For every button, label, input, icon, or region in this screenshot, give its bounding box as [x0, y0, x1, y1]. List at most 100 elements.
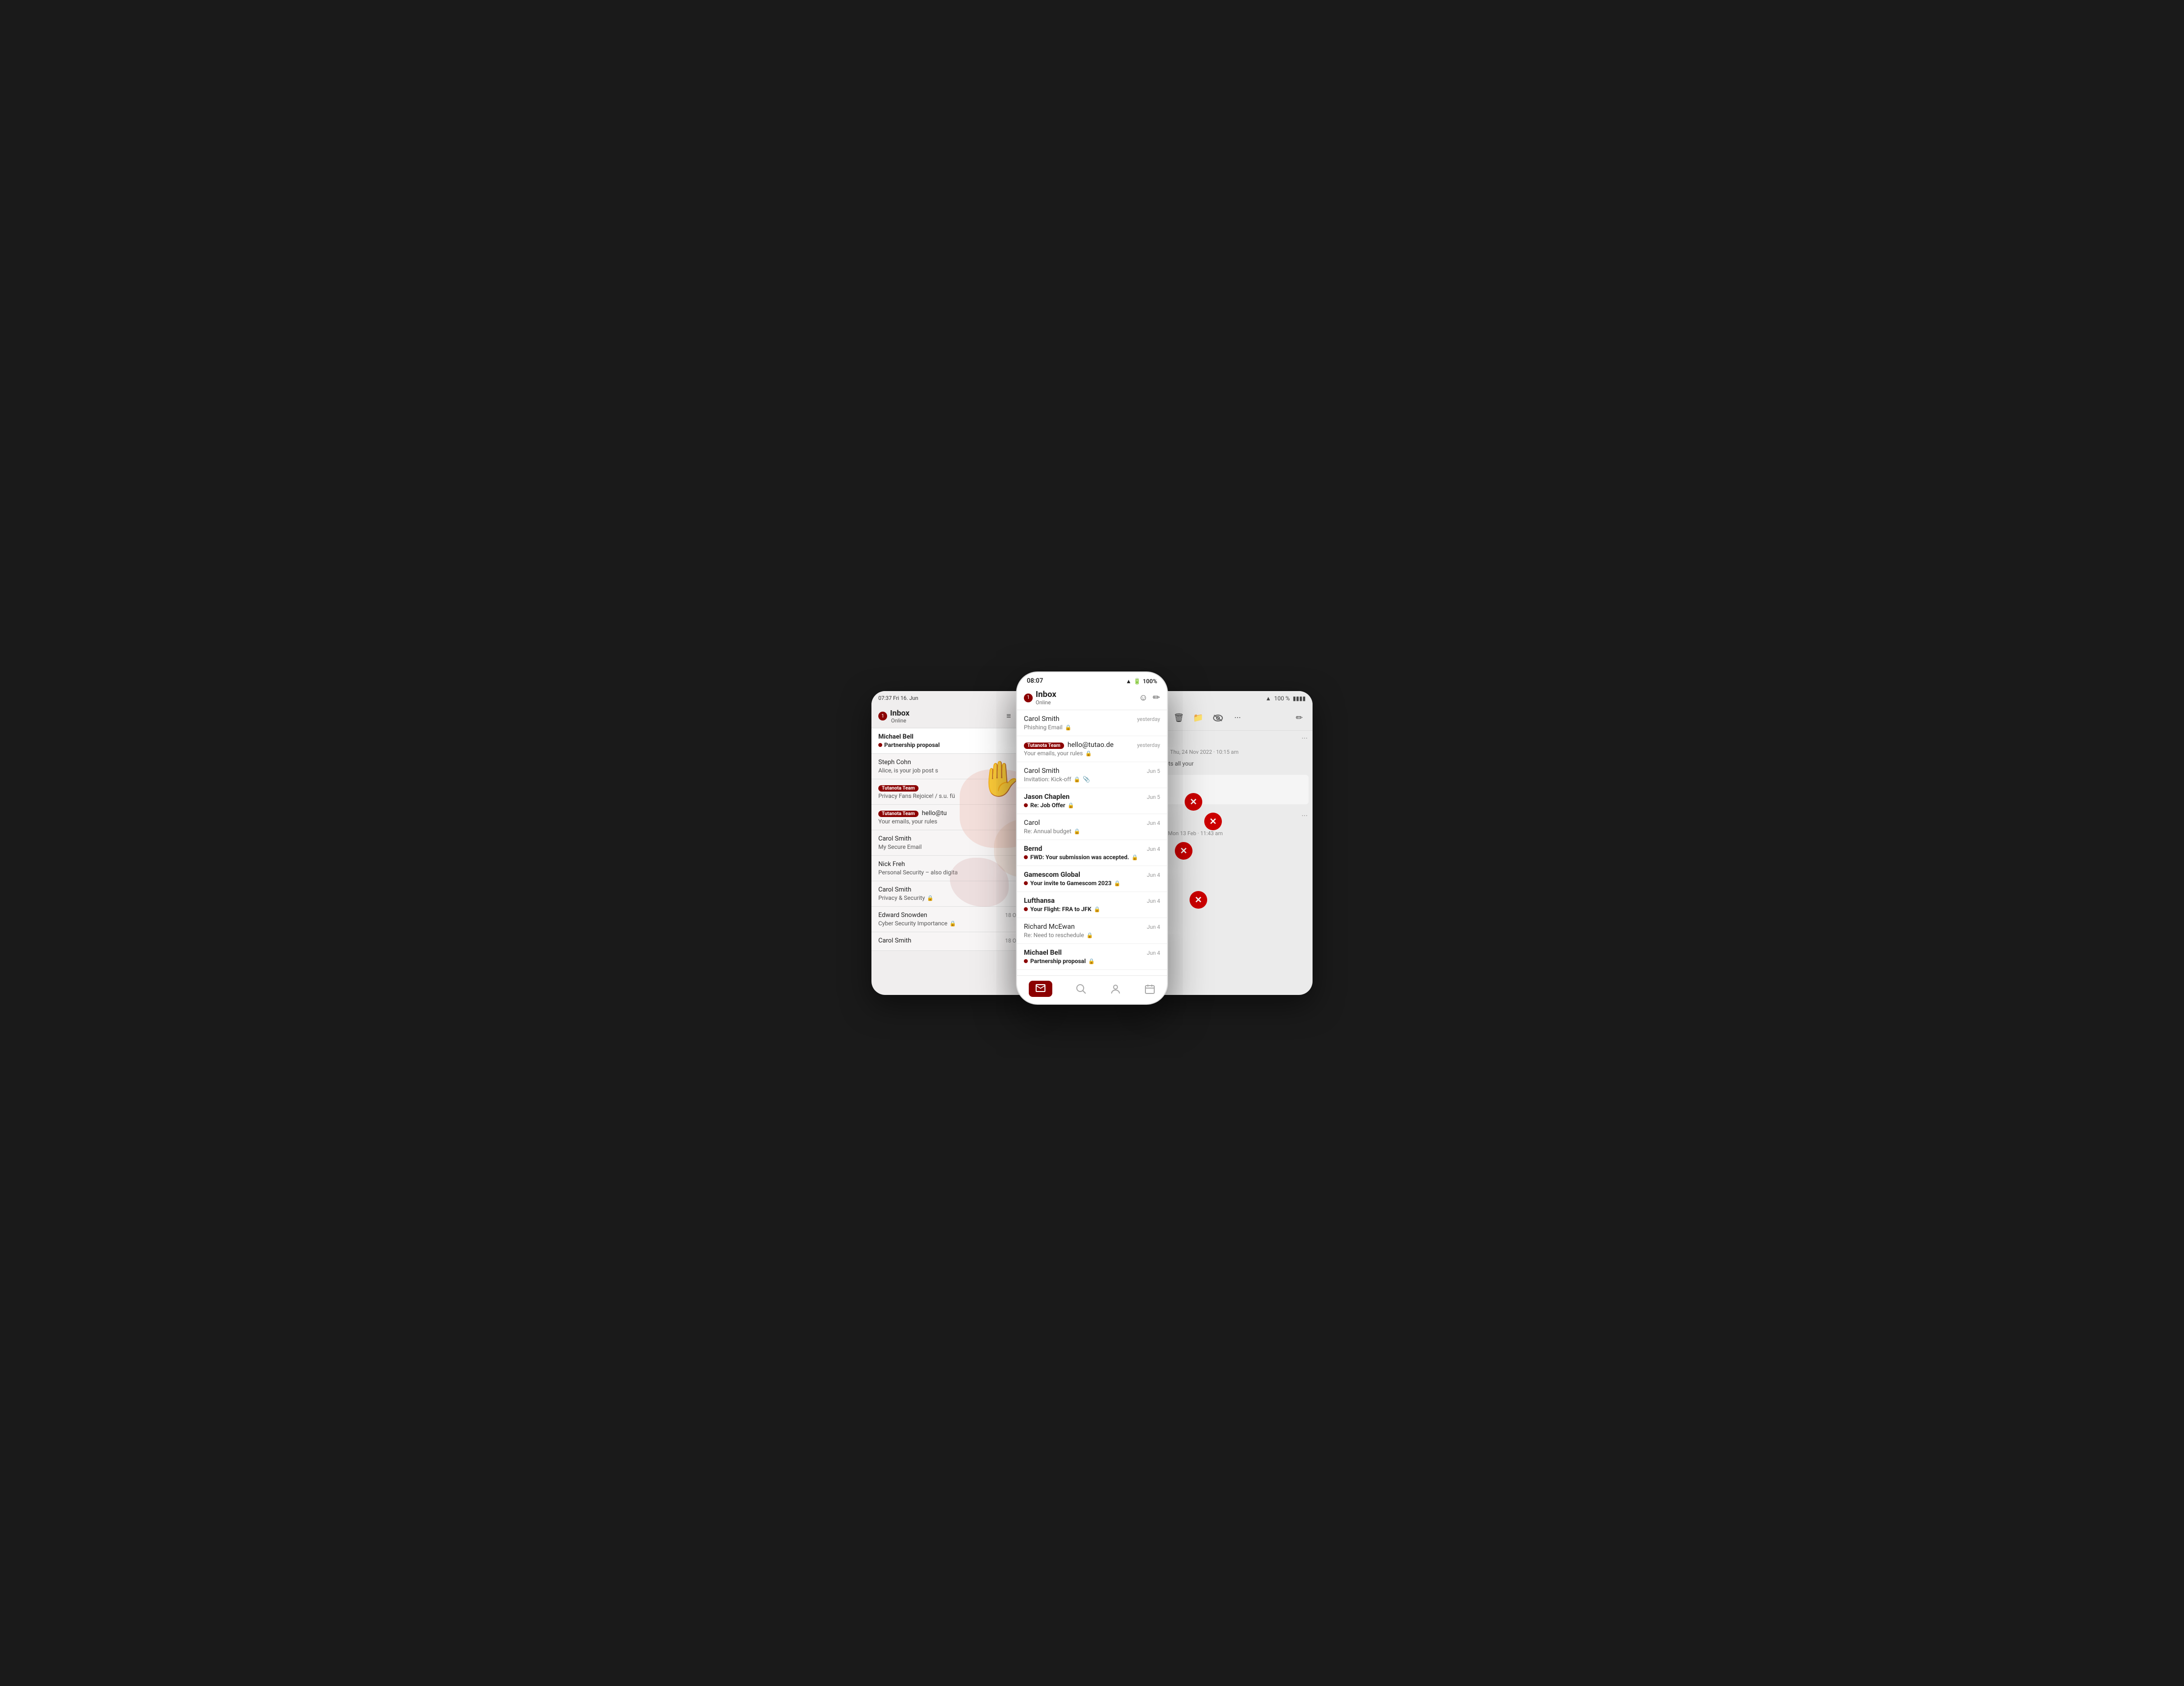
- status-right-phone: ▲ 🔋 100%: [1126, 678, 1157, 685]
- phone-sender-4: Jason Chaplen: [1024, 793, 1069, 801]
- phone-bottom-bar: [1017, 975, 1167, 1004]
- sender-left-7: Carol Smith: [878, 886, 911, 893]
- subject-left-2: Alice, is your job post s: [878, 767, 1031, 774]
- phone-email-3[interactable]: Carol Smith Jun 5 Invitation: Kick-off 🔒…: [1017, 762, 1167, 788]
- phone-email-9[interactable]: Richard McEwan Jun 4 Re: Need to resched…: [1017, 918, 1167, 944]
- tab-search[interactable]: [1076, 984, 1087, 994]
- tab-contacts[interactable]: [1110, 984, 1121, 994]
- phone-date-3: Jun 5: [1147, 768, 1160, 774]
- scene: ✋ 07:37 Fri 16. Jun 1 Inbox Online ≡ ⊙ M…: [871, 671, 1313, 1015]
- phone-date-7: Jun 4: [1147, 872, 1160, 878]
- battery-pct-right: 100 %: [1274, 695, 1290, 702]
- phone-date-2: yesterday: [1137, 742, 1160, 748]
- phone-subject-4: Re: Job Offer 🔒: [1024, 802, 1160, 809]
- more-button[interactable]: ···: [1229, 710, 1246, 726]
- battery-bar-right: ▮▮▮▮: [1293, 695, 1306, 702]
- timestamp-2: Mon 13 Feb · 11:43 am: [1168, 830, 1223, 837]
- email-item-left-3[interactable]: Tutanota Team Privacy Fans Rejoice! / s.…: [871, 779, 1038, 805]
- phone-subject-10: Partnership proposal 🔒: [1024, 958, 1160, 965]
- more-dots-2[interactable]: ···: [1146, 808, 1313, 823]
- compose-button-right[interactable]: ✏: [1291, 710, 1308, 726]
- phone-center: 08:07 ▲ 🔋 100% 1 Inbox Online ☺ ✏: [1016, 671, 1168, 1005]
- folder-button[interactable]: 📁: [1190, 710, 1207, 726]
- phone-sender-5: Carol: [1024, 819, 1040, 827]
- email-item-left-5[interactable]: Carol Smith My Secure Email: [871, 830, 1038, 856]
- tab-calendar[interactable]: [1144, 984, 1155, 994]
- sender-left-1: Michael Bell: [878, 733, 914, 741]
- phone-email-6[interactable]: Bernd Jun 4 FWD: Your submission was acc…: [1017, 840, 1167, 866]
- wifi-icon-phone: ▲: [1126, 678, 1132, 685]
- email-list-left: Michael Bell 3 Ju Partnership proposal S…: [871, 728, 1038, 951]
- tag-pill-phone-2: Tutanota Team: [1024, 743, 1064, 749]
- time-phone: 08:07: [1027, 677, 1043, 685]
- more-dots-1[interactable]: ···: [1146, 731, 1313, 746]
- status-bar-right: ▲ 100 % ▮▮▮▮: [1146, 691, 1313, 706]
- phone-subject-5: Re: Annual budget 🔒: [1024, 828, 1160, 835]
- email-item-left-9[interactable]: Carol Smith 18 Oct 202: [871, 932, 1038, 951]
- phone-email-list: Carol Smith yesterday Phishing Email 🔒 T…: [1017, 710, 1167, 975]
- phone-email-4[interactable]: Jason Chaplen Jun 5 Re: Job Offer 🔒: [1017, 788, 1167, 814]
- sender-left-6: Nick Freh: [878, 861, 905, 868]
- phone-date-4: Jun 5: [1147, 794, 1160, 800]
- phone-subject-3: Invitation: Kick-off 🔒 📎: [1024, 776, 1160, 783]
- phone-subject-8: Your Flight: FRA to JFK 🔒: [1024, 906, 1160, 913]
- toolbar-right: → 🗑 📁 ··· ✏: [1146, 706, 1313, 731]
- sender-left-5: Carol Smith: [878, 835, 911, 843]
- phone-email-8[interactable]: Lufthansa Jun 4 Your Flight: FRA to JFK …: [1017, 892, 1167, 918]
- compose-icon-phone[interactable]: ✏: [1153, 693, 1160, 703]
- phone-date-9: Jun 4: [1147, 924, 1160, 930]
- subject-left-6: Personal Security – also digita: [878, 869, 1031, 876]
- phone-sender-2: Tutanota Team hello@tutao.de: [1024, 741, 1114, 749]
- phone-sender-10: Michael Bell: [1024, 949, 1062, 957]
- filter-icon[interactable]: ≡: [1002, 709, 1016, 723]
- hide-button[interactable]: [1210, 710, 1226, 726]
- day-left: Fri 16. Jun: [893, 695, 918, 701]
- email-item-left-4[interactable]: Tutanota Team hello@tu Your emails, your…: [871, 805, 1038, 830]
- phone-sender-1: Carol Smith: [1024, 715, 1059, 723]
- inbox-badge-left: 1: [878, 712, 887, 720]
- sender-left-9: Carol Smith: [878, 937, 911, 944]
- phone-date-6: Jun 4: [1147, 846, 1160, 852]
- email-spacer-1: [1150, 775, 1309, 804]
- phone-email-10[interactable]: Michael Bell Jun 4 Partnership proposal …: [1017, 944, 1167, 970]
- status-bar-left: 07:37 Fri 16. Jun: [871, 691, 1038, 705]
- subject-left-4: Your emails, your rules: [878, 818, 1031, 825]
- online-status-left: Online: [891, 718, 910, 724]
- email-item-left-2[interactable]: Steph Cohn Alice, is your job post s: [871, 754, 1038, 779]
- phone-date-8: Jun 4: [1147, 898, 1160, 904]
- email-item-left-6[interactable]: Nick Freh Personal Security – also digit…: [871, 856, 1038, 881]
- subject-left-5: My Secure Email: [878, 843, 1031, 850]
- tag-pill-left-4: Tutanota Team: [878, 811, 918, 817]
- phone-email-2[interactable]: Tutanota Team hello@tutao.de yesterday Y…: [1017, 736, 1167, 762]
- sender-left-3: Tutanota Team: [878, 784, 920, 792]
- delete-button[interactable]: 🗑: [1170, 710, 1187, 726]
- tablet-right: ▲ 100 % ▮▮▮▮ → 🗑 📁 ··· ✏ ··· 🔒 📨: [1146, 691, 1313, 995]
- sender-left-4: Tutanota Team hello@tu: [878, 810, 947, 817]
- email-meta-2: 🔒 ✈ Mon 13 Feb · 11:43 am: [1146, 827, 1313, 840]
- phone-subject-2: Your emails, your rules 🔒: [1024, 750, 1160, 757]
- email-item-left-8[interactable]: Edward Snowden 18 Oct 202 Cyber Security…: [871, 907, 1038, 932]
- sender-left-8: Edward Snowden: [878, 912, 927, 919]
- tab-mail[interactable]: [1029, 981, 1052, 997]
- phone-sender-8: Lufthansa: [1024, 897, 1055, 905]
- phone-sender-3: Carol Smith: [1024, 767, 1059, 775]
- phone-subject-6: FWD: Your submission was accepted. 🔒: [1024, 854, 1160, 861]
- phone-subject-9: Re: Need to reschedule 🔒: [1024, 932, 1160, 939]
- email-item-left-7[interactable]: Carol Smith 16 Oc Privacy & Security 🔒: [871, 881, 1038, 907]
- time-left: 07:37: [878, 695, 892, 701]
- phone-email-5[interactable]: Carol Jun 4 Re: Annual budget 🔒: [1017, 814, 1167, 840]
- emoji-icon-phone[interactable]: ☺: [1139, 693, 1148, 703]
- phone-date-1: yesterday: [1137, 716, 1160, 722]
- inbox-badge-phone: 1: [1024, 694, 1033, 702]
- email-body-1: encrypts all your: [1146, 758, 1313, 771]
- email-item-left-1[interactable]: Michael Bell 3 Ju Partnership proposal: [871, 728, 1038, 754]
- phone-email-7[interactable]: Gamescom Global Jun 4 Your invite to Gam…: [1017, 866, 1167, 892]
- subject-left-8: Cyber Security Importance 🔒: [878, 920, 1031, 927]
- tablet-left: 07:37 Fri 16. Jun 1 Inbox Online ≡ ⊙ Mic…: [871, 691, 1038, 995]
- sender-left-2: Steph Cohn: [878, 759, 911, 766]
- wifi-icon-right: ▲: [1266, 695, 1271, 702]
- timestamp-1: Thu, 24 Nov 2022 · 10:15 am: [1170, 749, 1239, 755]
- phone-subject-1: Phishing Email 🔒: [1024, 724, 1160, 731]
- phone-email-1[interactable]: Carol Smith yesterday Phishing Email 🔒: [1017, 710, 1167, 736]
- header-left: 1 Inbox Online ≡ ⊙: [871, 705, 1038, 728]
